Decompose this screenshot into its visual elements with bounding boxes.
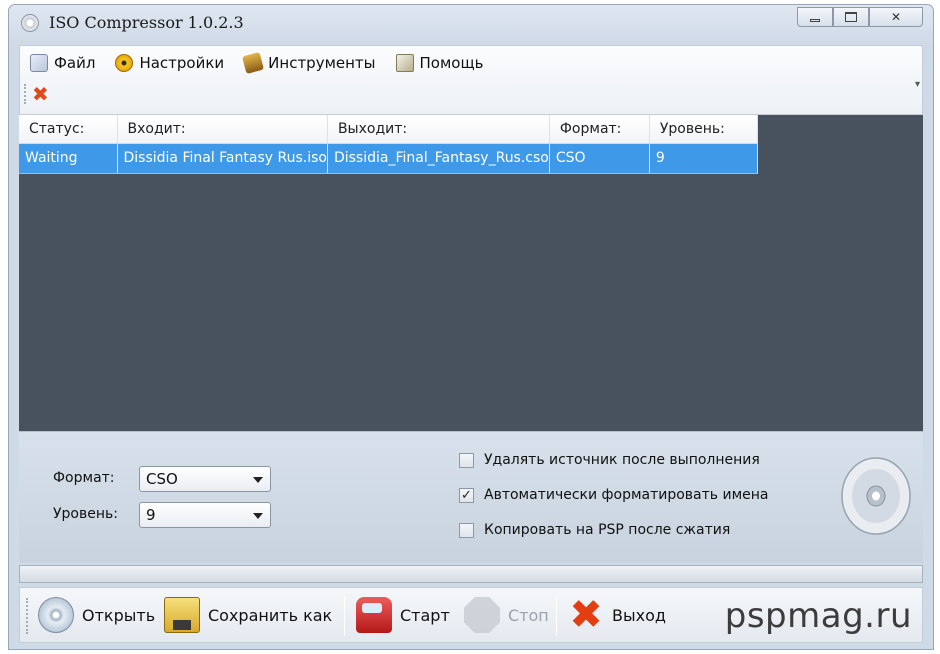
window-controls: ✕ [797,7,923,27]
delete-source-checkbox[interactable]: Удалять источник после выполнения [459,452,760,468]
cell-format: CSO [549,143,650,174]
menu-help[interactable]: Помощь [395,52,484,74]
open-button[interactable]: Открыть [38,592,155,638]
open-disc-icon [38,597,74,633]
menu-file-label: Файл [54,54,96,72]
menu-bar: Файл Настройки Инструменты Помощь [30,51,484,75]
column-header-input[interactable]: Входит: [117,115,328,144]
maximize-button[interactable] [833,7,869,27]
column-header-level[interactable]: Уровень: [649,115,758,144]
window-title: ISO Compressor 1.0.2.3 [49,13,244,32]
copy-to-psp-label: Копировать на PSP после сжатия [484,522,731,538]
cell-status: Waiting [19,143,118,174]
checkbox-box [459,452,474,468]
format-select-value: CSO [146,470,178,488]
file-table: Статус: Входит: Выходит: Формат: Уровень… [19,115,758,174]
chevron-down-icon [253,477,263,483]
toolbar-grip[interactable] [24,84,26,104]
progress-bar [19,565,923,583]
column-header-output[interactable]: Выходит: [327,115,550,144]
race-car-icon [356,597,392,633]
auto-format-names-checkbox[interactable]: ✓ Автоматически форматировать имена [459,487,769,503]
cell-level: 9 [649,143,758,174]
toolbar-overflow-icon[interactable]: ▾ [915,79,920,90]
options-panel: Формат: CSO Уровень: 9 Удалять источник … [19,431,923,563]
menu-help-label: Помощь [419,54,484,72]
close-button[interactable]: ✕ [869,7,923,27]
column-header-format[interactable]: Формат: [549,115,650,144]
start-button[interactable]: Старт [356,592,450,638]
help-icon [395,54,414,72]
maximize-icon [845,12,857,22]
minimize-button[interactable] [797,7,833,27]
table-row[interactable]: Waiting Dissidia Final Fantasy Rus.iso D… [19,143,758,174]
toolbar-separator [344,596,345,636]
column-header-status[interactable]: Статус: [19,115,118,144]
checkbox-checked-box: ✓ [459,487,474,503]
copy-to-psp-checkbox[interactable]: Копировать на PSP после сжатия [459,522,730,538]
start-label: Старт [400,605,450,625]
level-select-value: 9 [146,506,156,524]
table-header-row: Статус: Входит: Выходит: Формат: Уровень… [19,115,758,144]
stop-label: Стоп [508,605,549,625]
file-list[interactable]: Статус: Входит: Выходит: Формат: Уровень… [19,115,923,431]
floppy-disk-icon [164,597,200,633]
chevron-down-icon [253,513,263,519]
settings-icon [115,54,134,72]
minimize-icon [810,18,820,22]
toolbar-separator [556,596,557,636]
disc-icon [841,457,911,535]
level-label: Уровень: [53,506,118,522]
cell-output: Dissidia_Final_Fantasy_Rus.cso [327,143,550,174]
format-label: Формат: [53,470,115,486]
menu-settings[interactable]: Настройки [115,52,224,74]
menu-toolbar-area: Файл Настройки Инструменты Помощь ✖ ▾ [19,45,923,115]
bottom-toolbar: Открыть Сохранить как Старт Стоп ✖ Выход… [19,587,923,643]
menu-tools[interactable]: Инструменты [242,51,376,75]
app-disc-icon [21,14,39,32]
auto-format-names-label: Автоматически форматировать имена [484,487,769,503]
watermark: pspmag.ru [724,596,912,636]
menu-tools-label: Инструменты [268,54,376,72]
save-as-button[interactable]: Сохранить как [164,592,332,638]
toolbar-grip[interactable] [26,598,28,634]
close-icon: ✕ [890,10,902,24]
remove-x-icon[interactable]: ✖ [32,84,49,104]
menu-file[interactable]: Файл [30,52,95,74]
exit-button[interactable]: ✖ Выход [568,592,666,638]
menu-settings-label: Настройки [139,54,225,72]
app-window: ISO Compressor 1.0.2.3 ✕ Файл Настройки … [8,4,934,650]
checkbox-box [459,522,474,538]
title-bar: ISO Compressor 1.0.2.3 ✕ [9,5,933,41]
stop-icon [464,597,500,633]
tools-icon [242,51,265,75]
exit-x-icon: ✖ [569,592,603,638]
save-as-label: Сохранить как [208,605,333,625]
stop-button[interactable]: Стоп [464,592,549,638]
open-label: Открыть [82,605,156,625]
delete-source-label: Удалять источник после выполнения [484,452,760,468]
exit-label: Выход [612,605,666,625]
level-select[interactable]: 9 [139,502,271,528]
format-select[interactable]: CSO [139,466,271,492]
small-toolbar: ✖ [24,84,49,104]
file-icon [30,54,48,72]
cell-input: Dissidia Final Fantasy Rus.iso [117,143,328,174]
